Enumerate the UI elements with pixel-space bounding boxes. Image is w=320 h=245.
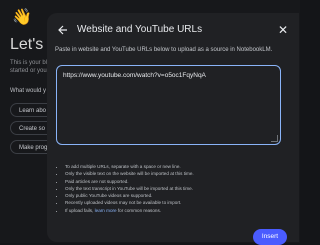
note-item: Paid articles are not supported. bbox=[65, 178, 194, 185]
url-input-value[interactable]: https://www.youtube.com/watch?v=o5oc1Fqy… bbox=[63, 72, 206, 79]
note-item: Only the text transcript in YouTube will… bbox=[65, 185, 194, 192]
url-input[interactable]: https://www.youtube.com/watch?v=o5oc1Fqy… bbox=[56, 65, 281, 145]
note-suffix: for common reasons. bbox=[117, 207, 162, 213]
url-source-dialog: Website and YouTube URLs ✕ Paste in webs… bbox=[47, 13, 299, 245]
question-label: What would y bbox=[10, 88, 47, 94]
note-item: To add multiple URLs, separate with a sp… bbox=[65, 163, 194, 170]
note-item-last: If upload fails, learn more for common r… bbox=[65, 207, 194, 214]
close-icon[interactable]: ✕ bbox=[275, 22, 291, 38]
resize-handle[interactable] bbox=[271, 135, 278, 142]
dialog-subtitle: Paste in website and YouTube URLs below … bbox=[55, 47, 273, 53]
notes-list: To add multiple URLs, separate with a sp… bbox=[57, 163, 194, 214]
note-prefix: If upload fails, bbox=[65, 207, 94, 213]
back-arrow-icon[interactable] bbox=[55, 23, 71, 39]
note-item: Recently uploaded videos may not be avai… bbox=[65, 199, 194, 206]
welcome-line-2: started or you bbox=[10, 68, 47, 74]
welcome-line-1: This is your bl bbox=[10, 60, 48, 66]
waving-hand-icon: 👋 bbox=[12, 9, 32, 26]
note-item: Only public YouTube videos are supported… bbox=[65, 192, 194, 199]
dialog-title: Website and YouTube URLs bbox=[77, 24, 203, 35]
learn-more-link[interactable]: learn more bbox=[95, 208, 117, 213]
note-item: Only the visible text on the website wil… bbox=[65, 170, 194, 177]
